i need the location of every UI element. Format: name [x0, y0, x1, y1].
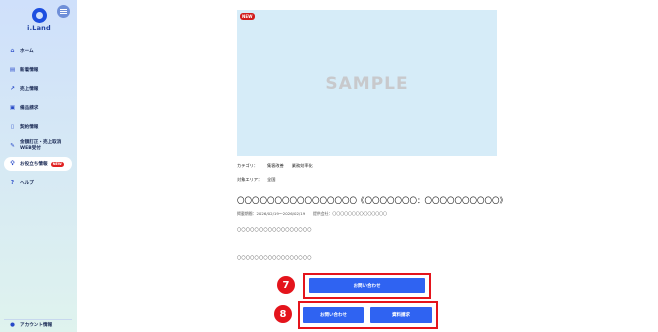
new-badge: NEW — [240, 13, 255, 20]
sidebar-item-useful-info[interactable]: 💡︎ お役立ち情報 NEW — [4, 157, 72, 171]
sidebar-item-home[interactable]: ⌂ ホーム — [4, 44, 72, 58]
home-icon: ⌂ — [10, 48, 15, 54]
logo-text: i.Land — [27, 24, 51, 32]
user-icon: ● — [10, 322, 15, 328]
logo[interactable]: i.Land — [26, 8, 52, 32]
sidebar: i.Land ⌂ ホーム ▤ 新着情報 ↗ 売上情報 ▣ 備品請求 ▯ 契約情報… — [0, 0, 77, 332]
sidebar-item-label: 備品請求 — [20, 106, 39, 111]
sidebar-item-label: ヘルプ — [20, 181, 34, 186]
sidebar-item-label: ホーム — [20, 49, 34, 54]
sidebar-item-label: 売上情報 — [20, 87, 39, 92]
area-row: 対象エリア： 全国 — [237, 177, 283, 183]
lightbulb-icon: 💡︎ — [10, 160, 15, 167]
category-row: カテゴリ： 集客改善 業務効率化 — [237, 163, 321, 169]
step-8-marker: 8 — [274, 305, 292, 323]
category-tag: 業務効率化 — [291, 163, 313, 168]
inquiry-button[interactable]: お問い合わせ — [309, 278, 425, 293]
step-7-marker: 7 — [277, 276, 295, 294]
sales-chart-icon: ↗ — [10, 86, 15, 92]
sidebar-item-correction[interactable]: ✎ 金額訂正・売上取消 WEB受付 — [4, 137, 72, 155]
logo-mark-icon — [31, 8, 47, 23]
supplies-icon: ▣ — [9, 105, 16, 111]
sidebar-item-label: お役立ち情報 — [20, 162, 48, 167]
sidebar-item-label: 新着情報 — [20, 68, 39, 73]
document-request-button[interactable]: 資料請求 — [370, 307, 432, 323]
article-title: 〇〇〇〇〇〇〇〇〇〇〇〇〇〇〇〇《〇〇〇〇〇〇〇：〇〇〇〇〇〇〇〇〇〇》 — [237, 196, 507, 205]
article-image: NEW SAMPLE — [237, 10, 497, 156]
sidebar-item-help[interactable]: ? ヘルプ — [4, 176, 72, 190]
category-tag: 集客改善 — [267, 163, 284, 168]
sample-placeholder-text: SAMPLE — [325, 74, 409, 94]
news-icon: ▤ — [9, 67, 16, 73]
sidebar-item-news[interactable]: ▤ 新着情報 — [4, 63, 72, 77]
area-tag: 全国 — [267, 177, 276, 182]
correction-icon: ✎ — [10, 143, 15, 149]
sidebar-item-sales[interactable]: ↗ 売上情報 — [4, 82, 72, 96]
article-body-line: 〇〇〇〇〇〇〇〇〇〇〇〇〇〇〇〇〇 — [237, 227, 312, 232]
sidebar-item-label: 契約情報 — [20, 125, 39, 130]
help-icon: ? — [10, 180, 15, 186]
sidebar-item-label: 金額訂正・売上取消 WEB受付 — [20, 140, 62, 151]
menu-toggle-button[interactable] — [57, 5, 70, 18]
article-body-line: 〇〇〇〇〇〇〇〇〇〇〇〇〇〇〇〇〇 — [237, 255, 312, 260]
sidebar-item-supplies[interactable]: ▣ 備品請求 — [4, 101, 72, 115]
inquiry-button-secondary[interactable]: お問い合わせ — [303, 307, 364, 323]
account-label: アカウント情報 — [20, 323, 53, 328]
account-info-link[interactable]: ● アカウント情報 — [4, 319, 72, 330]
category-label: カテゴリ： — [237, 163, 258, 168]
area-label: 対象エリア： — [237, 177, 263, 182]
sidebar-item-contract[interactable]: ▯ 契約情報 — [4, 120, 72, 134]
article-period-provider: 掲載期間：2026/02/19～2026/02/19 提供会社：〇〇〇〇〇〇〇〇… — [237, 211, 387, 216]
new-badge: NEW — [50, 161, 64, 167]
contract-icon: ▯ — [10, 124, 15, 130]
